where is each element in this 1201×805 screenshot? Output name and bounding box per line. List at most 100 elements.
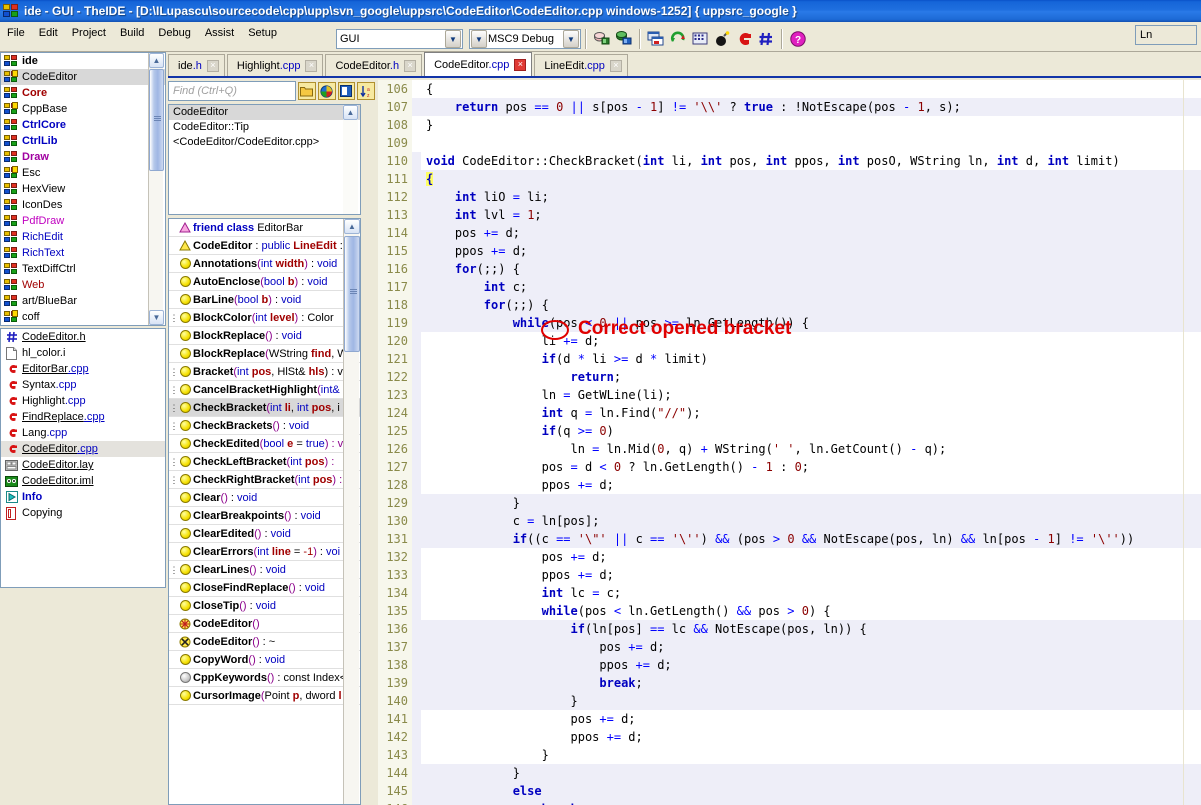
rebuild-icon[interactable]: [613, 28, 635, 50]
package-item-richtext[interactable]: RichText: [1, 245, 165, 261]
code-line-text[interactable]: break;: [421, 800, 1201, 805]
function-item-checkleftbracket[interactable]: ⋮ CheckLeftBracket(int pos) :: [169, 453, 360, 471]
package-item-codeeditor[interactable]: CodeEditor: [1, 69, 165, 85]
code-line[interactable]: 134 int lc = c;: [378, 584, 1201, 602]
menu-item-assist[interactable]: Assist: [198, 25, 241, 41]
code-line-text[interactable]: int lc = c;: [421, 584, 1201, 602]
function-item-checkrightbracket[interactable]: ⋮ CheckRightBracket(int pos) :: [169, 471, 360, 489]
help-icon[interactable]: ?: [787, 28, 809, 50]
function-item-closetip[interactable]: CloseTip() : void: [169, 597, 360, 615]
code-line-text[interactable]: if(q >= 0): [421, 422, 1201, 440]
package-item-icondes[interactable]: IconDes: [1, 197, 165, 213]
function-list-scrollbar[interactable]: ▲: [343, 219, 360, 804]
code-line-text[interactable]: for(;;) {: [421, 260, 1201, 278]
function-item-copyword[interactable]: CopyWord() : void: [169, 651, 360, 669]
code-line[interactable]: 116 for(;;) {: [378, 260, 1201, 278]
package-item-art-bluebar[interactable]: art/BlueBar: [1, 293, 165, 309]
scroll-thumb[interactable]: [149, 69, 164, 171]
code-line[interactable]: 126 ln = ln.Mid(0, q) + WString(' ', ln.…: [378, 440, 1201, 458]
chevron-down-icon[interactable]: ▼: [445, 30, 461, 48]
palette-icon[interactable]: [317, 82, 336, 100]
package-item-cppbase[interactable]: CppBase: [1, 101, 165, 117]
function-item-closefindreplace[interactable]: CloseFindReplace() : void: [169, 579, 360, 597]
package-item-draw[interactable]: Draw: [1, 149, 165, 165]
code-line[interactable]: 123 ln = GetWLine(li);: [378, 386, 1201, 404]
code-line[interactable]: 121 if(d * li >= d * limit): [378, 350, 1201, 368]
code-line[interactable]: 125 if(q >= 0): [378, 422, 1201, 440]
function-item-clear[interactable]: Clear() : void: [169, 489, 360, 507]
code-line[interactable]: 131 if((c == '\"' || c == '\'') && (pos …: [378, 530, 1201, 548]
code-line-text[interactable]: }: [421, 764, 1201, 782]
code-line-text[interactable]: while(pos < 0 || pos >= ln.GetLength()) …: [421, 314, 1201, 332]
assist-tip-row[interactable]: CodeEditor::Tip: [169, 120, 360, 135]
code-line[interactable]: 144 }: [378, 764, 1201, 782]
code-line-text[interactable]: break;: [421, 674, 1201, 692]
code-line[interactable]: 137 pos += d;: [378, 638, 1201, 656]
function-item-annotations[interactable]: Annotations(int width) : void: [169, 255, 360, 273]
menu-item-setup[interactable]: Setup: [241, 25, 284, 41]
code-line-text[interactable]: ppos += d;: [421, 242, 1201, 260]
build-method-combo[interactable]: ▼ MSC9 Debug ▼: [469, 29, 581, 49]
code-line-text[interactable]: ppos += d;: [421, 566, 1201, 584]
file-item-highlight[interactable]: Highlight .cpp: [1, 393, 165, 409]
code-line-text[interactable]: ln = ln.Mid(0, q) + WString(' ', ln.GetC…: [421, 440, 1201, 458]
code-line-text[interactable]: int liO = li;: [421, 188, 1201, 206]
close-icon[interactable]: ×: [305, 59, 318, 72]
close-icon[interactable]: ×: [514, 58, 527, 71]
menu-item-build[interactable]: Build: [113, 25, 151, 41]
chevron-down-icon[interactable]: ▼: [563, 30, 579, 48]
code-line[interactable]: 122 return;: [378, 368, 1201, 386]
code-editor[interactable]: 106{107 return pos == 0 || s[pos - 1] !=…: [378, 80, 1201, 805]
assist-tip-row[interactable]: CodeEditor: [169, 105, 360, 120]
code-line-text[interactable]: pos += d;: [421, 548, 1201, 566]
code-line-text[interactable]: for(;;) {: [421, 296, 1201, 314]
function-item-cursorimage[interactable]: CursorImage(Point p, dword l: [169, 687, 360, 705]
code-line[interactable]: 110 void CodeEditor::CheckBracket(int li,…: [378, 152, 1201, 170]
function-item-codeeditor[interactable]: CodeEditor() : ~: [169, 633, 360, 651]
code-line[interactable]: 124 int q = ln.Find("//");: [378, 404, 1201, 422]
file-item-hl-color-i[interactable]: hl_color.i: [1, 345, 165, 361]
code-line[interactable]: 106 {: [378, 80, 1201, 98]
menu-item-file[interactable]: File: [0, 25, 32, 41]
file-item-copying[interactable]: Copying: [1, 505, 165, 521]
file-item-editorbar[interactable]: EditorBar .cpp: [1, 361, 165, 377]
hash-icon[interactable]: [755, 28, 777, 50]
function-list[interactable]: friend class EditorBar CodeEditor : publi…: [168, 218, 361, 805]
package-item-richedit[interactable]: RichEdit: [1, 229, 165, 245]
package-item-ide[interactable]: ide: [1, 53, 165, 69]
file-item-codeeditor-h[interactable]: CodeEditor.h: [1, 329, 165, 345]
code-line-text[interactable]: {: [421, 170, 1201, 188]
package-item-web[interactable]: Web: [1, 277, 165, 293]
editor-tab-codeeditor-h[interactable]: CodeEditor.h ×: [325, 54, 423, 76]
code-line-text[interactable]: }: [421, 746, 1201, 764]
main-package-combo[interactable]: GUI ▼: [336, 29, 463, 49]
chevron-down-icon-left[interactable]: ▼: [471, 30, 487, 48]
code-line[interactable]: 136 if(ln[pos] == lc && NotEscape(pos, l…: [378, 620, 1201, 638]
code-line-text[interactable]: while(pos < ln.GetLength() && pos > 0) {: [421, 602, 1201, 620]
assist-find-input[interactable]: Find (Ctrl+Q): [168, 81, 297, 101]
refresh-icon[interactable]: [667, 28, 689, 50]
code-line-text[interactable]: pos = d < 0 ? ln.GetLength() - 1 : 0;: [421, 458, 1201, 476]
editor-tab-ide-h[interactable]: ide.h ×: [168, 54, 225, 76]
code-line-text[interactable]: ln = GetWLine(li);: [421, 386, 1201, 404]
file-item-codeeditor-lay[interactable]: CodeEditor.lay: [1, 457, 165, 473]
code-line[interactable]: 111 {: [378, 170, 1201, 188]
function-item-bracket[interactable]: ⋮ Bracket(int pos, HlSt& hls) : v: [169, 363, 360, 381]
function-item-cppkeywords[interactable]: CppKeywords() : const Index<: [169, 669, 360, 687]
debug-run-icon[interactable]: [733, 28, 755, 50]
code-line[interactable]: 129 }: [378, 494, 1201, 512]
code-line-text[interactable]: return;: [421, 368, 1201, 386]
code-line[interactable]: 118 for(;;) {: [378, 296, 1201, 314]
file-item-lang[interactable]: Lang .cpp: [1, 425, 165, 441]
code-line[interactable]: 146 break;: [378, 800, 1201, 805]
package-item-core[interactable]: Core: [1, 85, 165, 101]
package-tree-scrollbar[interactable]: ▲ ▼: [148, 53, 164, 325]
function-item-blockreplace[interactable]: BlockReplace() : void: [169, 327, 360, 345]
function-item-clearlines[interactable]: ⋮ ClearLines() : void: [169, 561, 360, 579]
menu-item-edit[interactable]: Edit: [32, 25, 65, 41]
editor-tabstrip[interactable]: ide.h × Highlight.cpp × CodeEditor.h × CodeEdi…: [168, 52, 1201, 76]
code-line[interactable]: 114 pos += d;: [378, 224, 1201, 242]
function-item-checkbrackets[interactable]: ⋮ CheckBrackets() : void: [169, 417, 360, 435]
code-line[interactable]: 138 ppos += d;: [378, 656, 1201, 674]
code-line-text[interactable]: void CodeEditor::CheckBracket(int li, in…: [421, 152, 1201, 170]
